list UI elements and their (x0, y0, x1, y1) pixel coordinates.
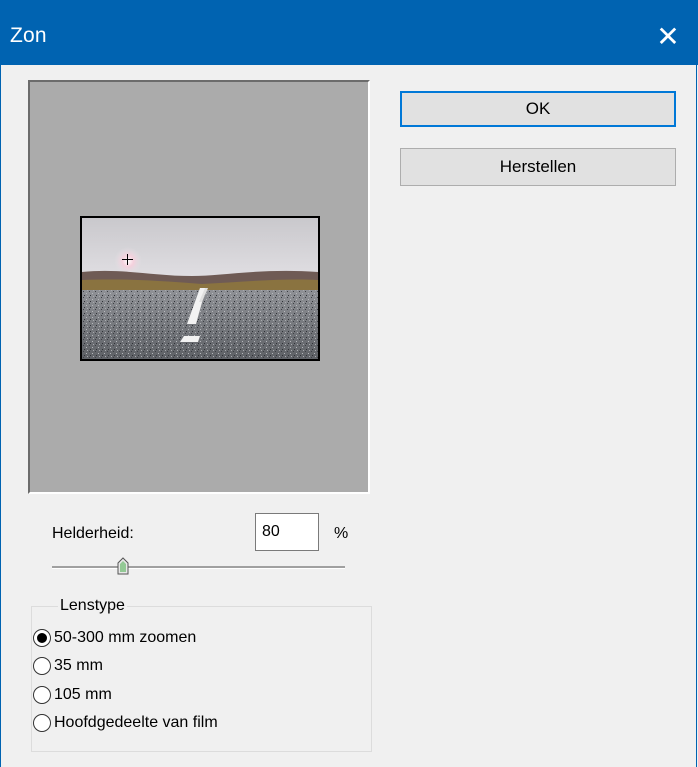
lens-option-105mm[interactable]: 105 mm (33, 683, 112, 707)
brightness-slider-thumb[interactable] (117, 557, 129, 575)
lens-option-label: 50-300 mm zoomen (54, 629, 197, 646)
road-image (82, 218, 318, 359)
window-title: Zon (10, 24, 47, 47)
lens-option-50-300[interactable]: 50-300 mm zoomen (33, 626, 196, 650)
preview-pane (28, 80, 370, 494)
close-button[interactable]: ✕ (638, 18, 698, 56)
lens-type-label: Lenstype (58, 597, 127, 615)
reset-button[interactable]: Herstellen (400, 148, 676, 186)
brightness-slider-track[interactable] (52, 566, 345, 569)
percent-label: % (334, 525, 349, 542)
radio-button-checked[interactable] (33, 629, 51, 647)
lens-option-label: Hoofdgedeelte van film (54, 714, 218, 731)
brightness-input[interactable] (255, 513, 319, 551)
close-icon: ✕ (656, 21, 680, 52)
lens-option-label: 105 mm (54, 686, 112, 703)
brightness-label: Helderheid: (52, 525, 134, 542)
radio-button[interactable] (33, 714, 51, 732)
ok-button[interactable]: OK (400, 91, 676, 127)
crosshair-icon[interactable] (122, 254, 133, 265)
radio-button[interactable] (33, 686, 51, 704)
lens-option-35mm[interactable]: 35 mm (33, 654, 103, 678)
lens-option-label: 35 mm (54, 657, 103, 674)
title-bar: Zon ✕ (0, 0, 698, 65)
lens-option-film[interactable]: Hoofdgedeelte van film (33, 711, 218, 735)
preview-thumbnail[interactable] (80, 216, 320, 361)
radio-button[interactable] (33, 657, 51, 675)
